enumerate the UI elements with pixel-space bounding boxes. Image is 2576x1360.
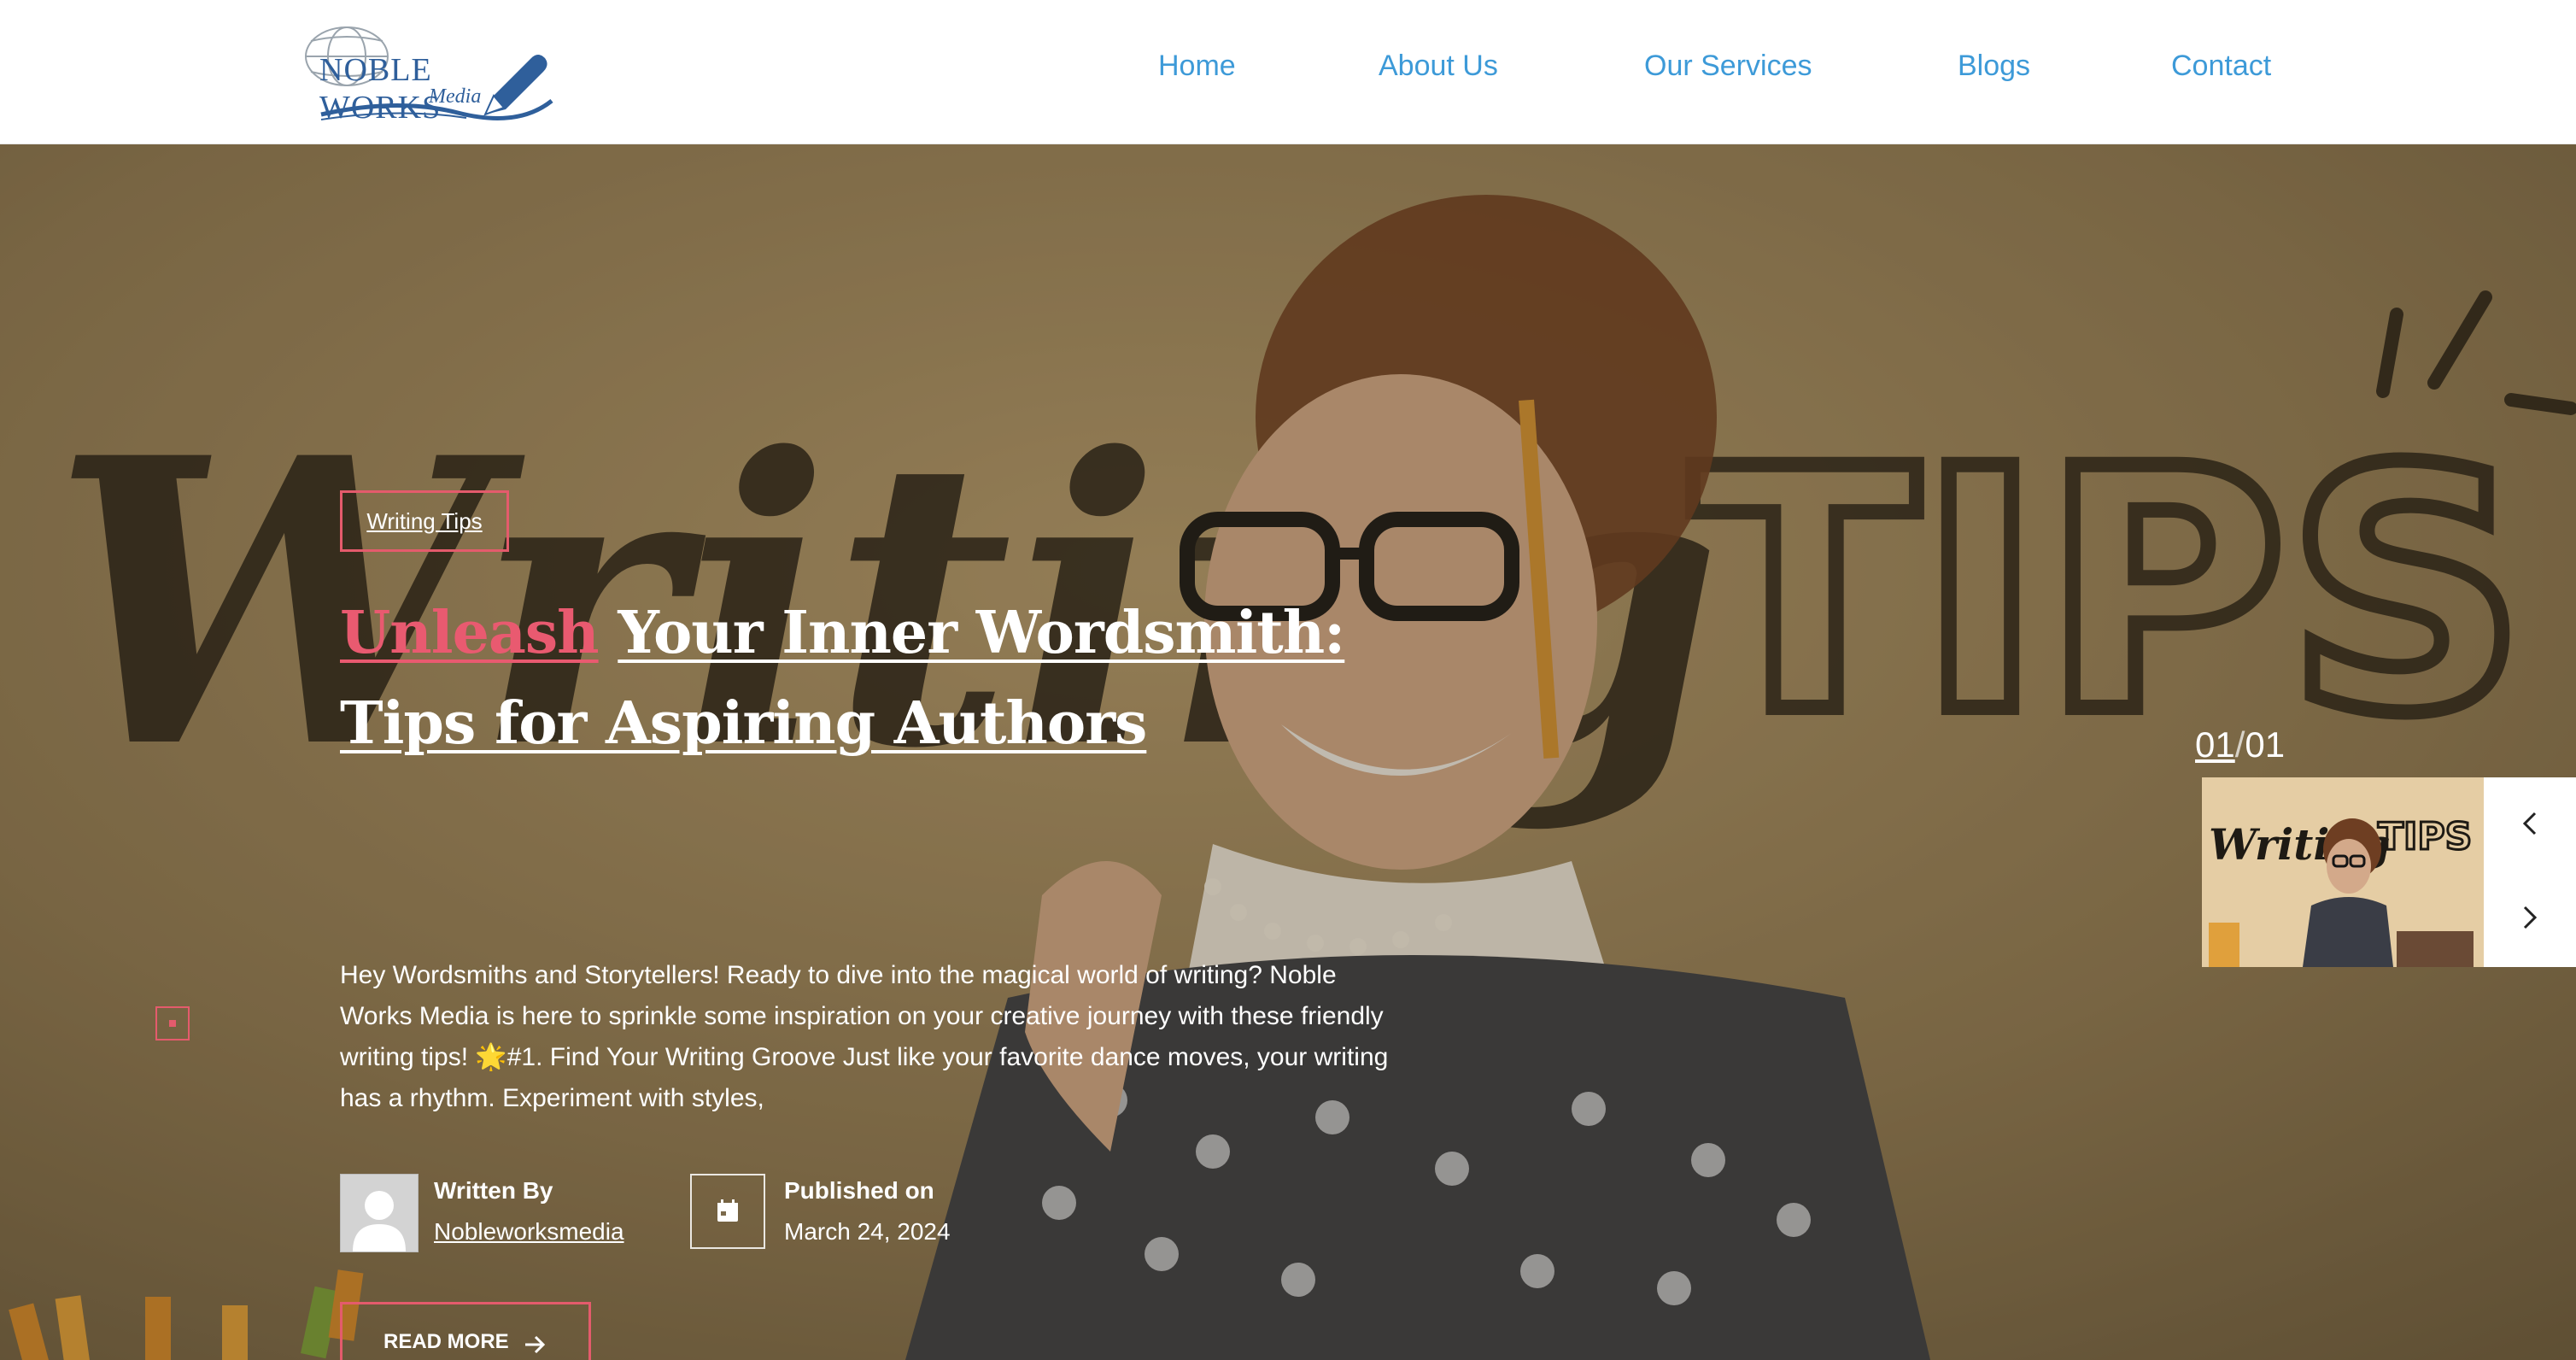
calendar-icon — [717, 1199, 738, 1222]
author-avatar — [340, 1174, 419, 1252]
next-slide-button[interactable] — [2484, 871, 2576, 964]
nav-blogs[interactable]: Blogs — [1958, 50, 2030, 83]
calendar-box — [690, 1174, 765, 1249]
category-tag[interactable]: Writing Tips — [340, 490, 509, 552]
published-date: March 24, 2024 — [784, 1218, 951, 1245]
thumb-tips-text: TIPS — [2378, 815, 2472, 859]
site-logo[interactable]: NOBLE WORKS Media — [296, 12, 560, 130]
post-excerpt: Hey Wordsmiths and Storytellers! Ready t… — [340, 961, 1389, 1112]
author-name-link[interactable]: Nobleworksmedia — [434, 1218, 624, 1246]
site-header: NOBLE WORKS Media Home About Us Our Serv… — [0, 0, 2576, 144]
hero-slider: Writing TIPS Writing Tips Unleash Your I… — [0, 144, 2576, 1360]
slide-thumbnail[interactable]: Writing TIPS — [2202, 777, 2484, 967]
thumbnail-image: Writing TIPS — [2202, 777, 2484, 967]
slide-counter: 01/01 — [2195, 724, 2285, 765]
nav-our-services[interactable]: Our Services — [1644, 50, 1812, 83]
slider-nav — [2484, 777, 2576, 967]
chevron-left-icon — [2522, 812, 2537, 835]
slide-total: 01 — [2245, 724, 2286, 765]
slide-current: 01 — [2195, 724, 2235, 765]
nav-about-us[interactable]: About Us — [1379, 50, 1498, 83]
arrow-right-icon — [525, 1335, 546, 1354]
slide-indicator[interactable] — [155, 1006, 190, 1041]
nav-contact[interactable]: Contact — [2171, 50, 2271, 83]
slide-separator: / — [2234, 724, 2245, 765]
author-label: Written By — [434, 1177, 553, 1204]
title-accent-word[interactable]: Unleash — [340, 599, 600, 667]
read-more-label: READ MORE — [383, 1330, 509, 1353]
user-silhouette-icon — [341, 1175, 418, 1252]
nav-home[interactable]: Home — [1158, 50, 1236, 83]
published-label: Published on — [784, 1177, 934, 1204]
prev-slide-button[interactable] — [2484, 777, 2576, 870]
post-title[interactable]: Unleash Your Inner Wordsmith: Tips for A… — [340, 588, 1416, 769]
chevron-right-icon — [2523, 906, 2538, 929]
logo-subtitle: Media — [429, 85, 482, 108]
read-more-button[interactable]: READ MORE — [340, 1302, 591, 1360]
